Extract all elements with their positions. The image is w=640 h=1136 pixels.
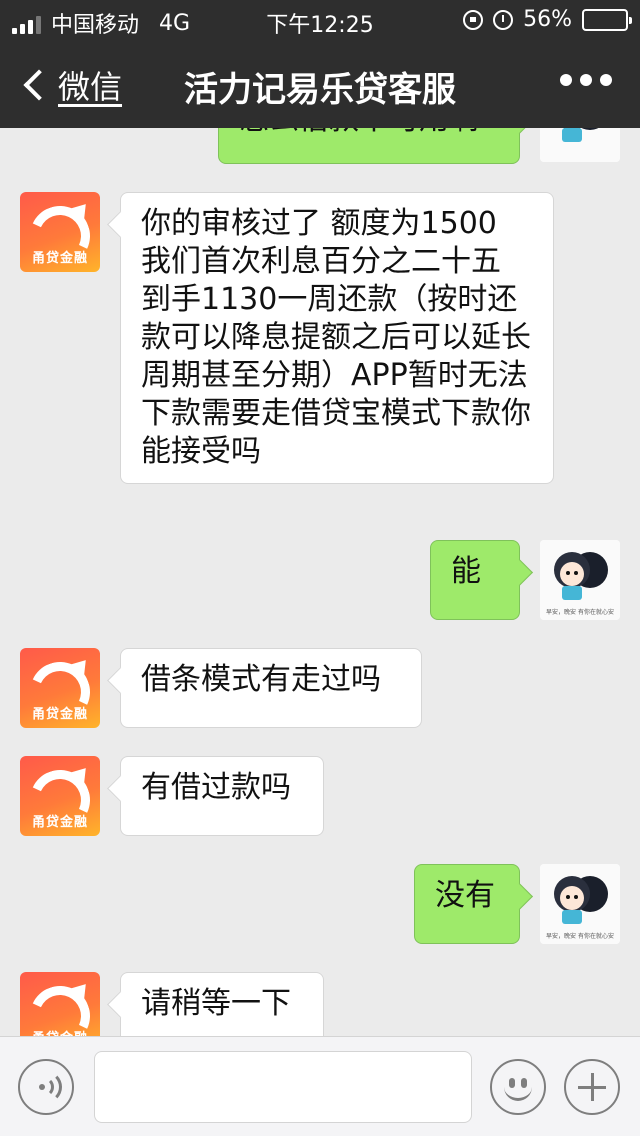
message-input[interactable] [94, 1051, 472, 1123]
avatar-brand-text: 甬贷金融 [31, 815, 88, 830]
service-avatar[interactable]: 甬贷金融 [20, 648, 100, 728]
message-bubble-sent[interactable]: 没有 [414, 864, 520, 944]
avatar-brand-text: 甬贷金融 [31, 251, 88, 266]
service-avatar[interactable]: 甬贷金融 [20, 192, 100, 272]
chat-title: 活力记易乐贷客服 [184, 70, 456, 110]
status-right: 56% [463, 7, 632, 32]
message-bubble-received[interactable]: 借条模式有走过吗 [120, 648, 422, 728]
status-bar: 中国移动 4G 下午12:25 56% [0, 0, 640, 40]
orientation-lock-icon [463, 9, 484, 30]
message-text: 没有 [435, 878, 495, 913]
nav-bar: 微信 活力记易乐贷客服 [0, 40, 640, 128]
user-avatar[interactable]: 早安，晚安 有你在就心安 [540, 864, 620, 944]
user-avatar[interactable]: 早安，晚安 有你在就心安 [540, 540, 620, 620]
avatar-caption: 早安，晚安 有你在就心安 [546, 608, 614, 616]
message-text: 怎么借款不可用啊 [239, 128, 479, 137]
couple-cartoon-icon [540, 128, 620, 162]
message-bubble-received[interactable]: 你的审核过了 额度为1500 我们首次利息百分之二十五 到手1130一周还款（按… [120, 192, 554, 484]
avatar-brand-text: 甬贷金融 [31, 707, 88, 722]
message-bubble-sent[interactable]: 怎么借款不可用啊 [218, 128, 520, 164]
service-avatar[interactable]: 甬贷金融 [20, 972, 100, 1036]
couple-cartoon-icon: 早安，晚安 有你在就心安 [540, 864, 620, 944]
chat-area[interactable]: 怎么借款不可用啊 甬贷金融 你的审核过了 额度为1500 我们首次利息百分之二十… [0, 128, 640, 1036]
battery-icon [582, 8, 632, 31]
service-avatar[interactable]: 甬贷金融 [20, 756, 100, 836]
message-text: 能 [451, 554, 481, 589]
plus-icon[interactable] [564, 1059, 620, 1115]
message-text: 有借过款吗 [141, 770, 291, 805]
message-bubble-received[interactable]: 请稍等一下 [120, 972, 324, 1036]
message-text: 请稍等一下 [141, 986, 291, 1021]
alarm-icon [493, 9, 514, 30]
battery-percent: 56% [523, 7, 572, 32]
avatar-caption: 早安，晚安 有你在就心安 [546, 932, 614, 940]
input-bar [0, 1036, 640, 1136]
couple-cartoon-icon: 早安，晚安 有你在就心安 [540, 540, 620, 620]
message-text: 你的审核过了 额度为1500 我们首次利息百分之二十五 到手1130一周还款（按… [141, 206, 531, 469]
message-bubble-sent[interactable]: 能 [430, 540, 520, 620]
voice-icon[interactable] [18, 1059, 74, 1115]
emoji-icon[interactable] [490, 1059, 546, 1115]
avatar-brand-text: 甬贷金融 [20, 1027, 100, 1036]
user-avatar[interactable] [540, 128, 620, 162]
message-bubble-received[interactable]: 有借过款吗 [120, 756, 324, 836]
more-dots-icon[interactable] [560, 74, 612, 86]
message-text: 借条模式有走过吗 [141, 662, 381, 697]
